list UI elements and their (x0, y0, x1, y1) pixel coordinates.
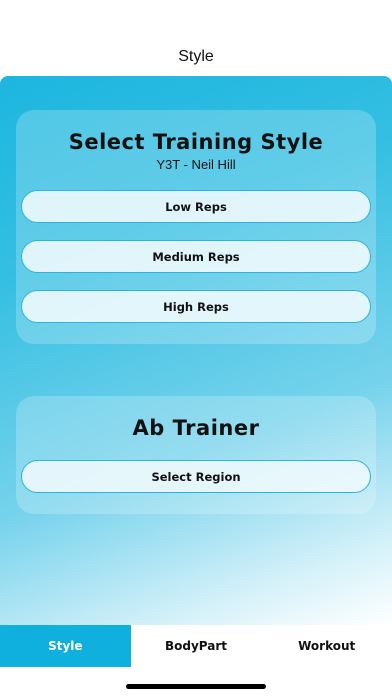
tab-bodypart[interactable]: BodyPart (131, 625, 262, 667)
page-title: Style (178, 48, 214, 65)
training-style-title: Select Training Style (68, 130, 324, 154)
ab-trainer-card: Ab Trainer Select Region (16, 396, 376, 514)
tab-workout[interactable]: Workout (261, 625, 392, 667)
app-screen: Style Select Training Style Y3T - Neil H… (0, 0, 392, 696)
low-reps-button[interactable]: Low Reps (21, 190, 371, 223)
training-style-subtitle: Y3T - Neil Hill (156, 157, 236, 172)
high-reps-button[interactable]: High Reps (21, 290, 371, 323)
medium-reps-button[interactable]: Medium Reps (21, 240, 371, 273)
home-indicator[interactable] (126, 684, 266, 689)
main-content: Select Training Style Y3T - Neil Hill Lo… (0, 76, 392, 625)
ab-trainer-title: Ab Trainer (132, 416, 260, 440)
tab-style[interactable]: Style (0, 625, 131, 667)
training-style-card: Select Training Style Y3T - Neil Hill Lo… (16, 110, 376, 344)
select-region-button[interactable]: Select Region (21, 460, 371, 493)
tab-bar: Style BodyPart Workout (0, 625, 392, 667)
